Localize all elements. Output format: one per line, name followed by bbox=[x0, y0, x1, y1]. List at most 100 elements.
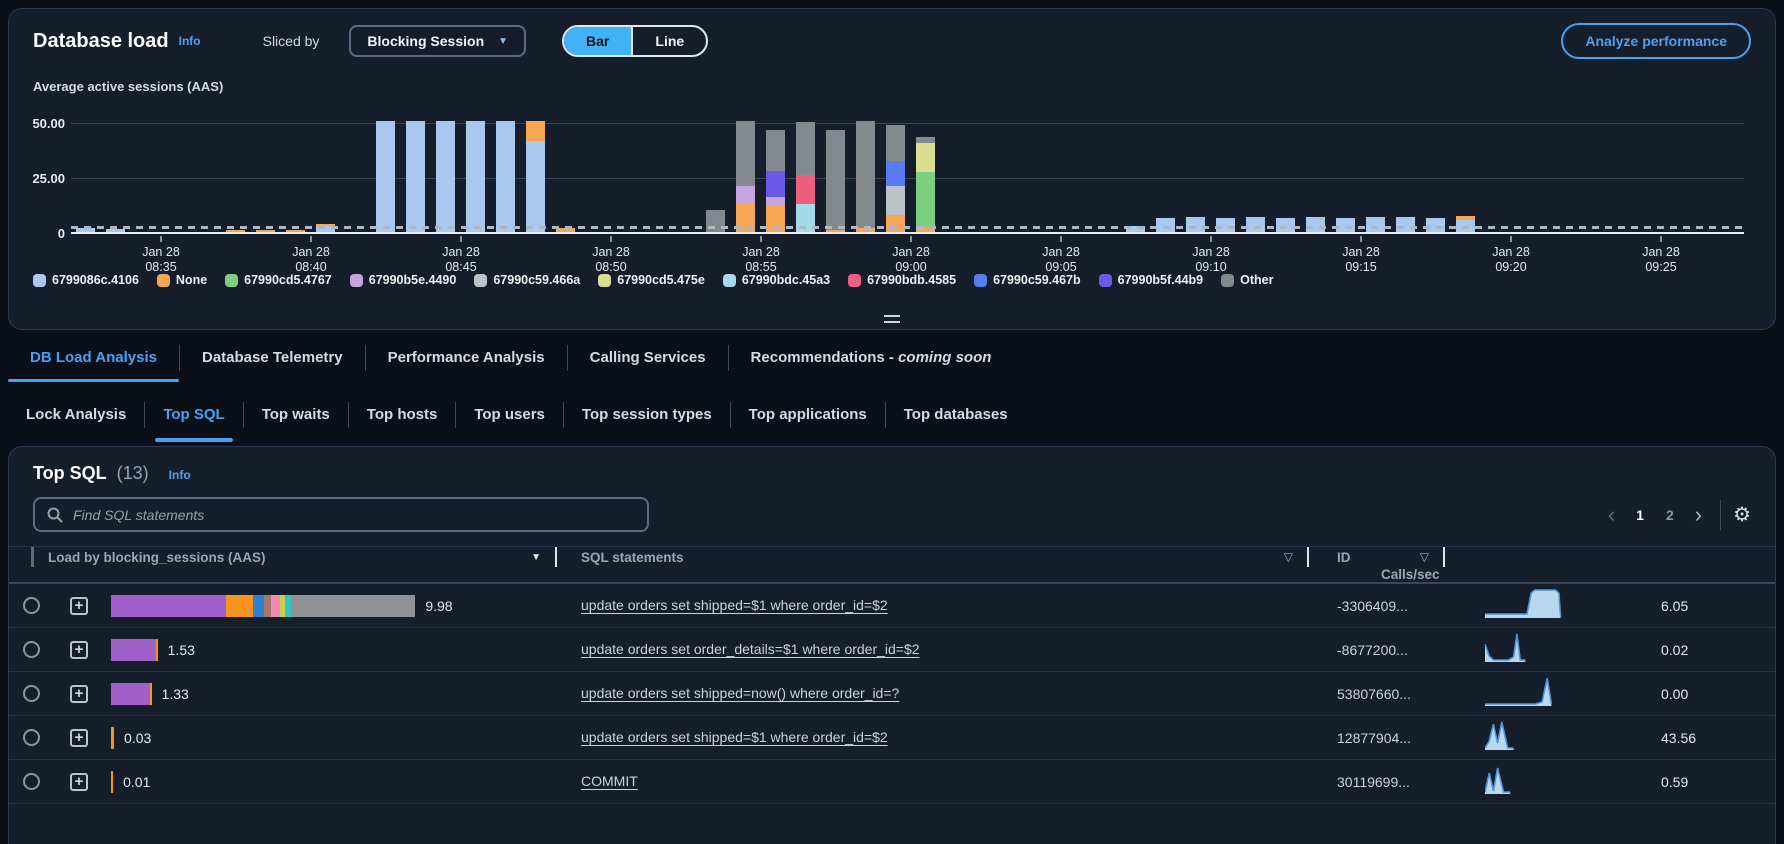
toggle-line-option[interactable]: Line bbox=[631, 27, 706, 55]
page-1-button[interactable]: 1 bbox=[1625, 507, 1655, 523]
top-sql-info-link[interactable]: Info bbox=[169, 468, 191, 482]
legend-item-67990cd5-4767[interactable]: 67990cd5.4767 bbox=[225, 273, 332, 287]
chart-bar[interactable] bbox=[106, 229, 125, 232]
legend-item-67990bdb-4585[interactable]: 67990bdb.4585 bbox=[848, 273, 956, 287]
row-radio-button[interactable] bbox=[23, 685, 40, 702]
column-header-id[interactable]: ID ▽ bbox=[1309, 547, 1445, 567]
x-tick: Jan 2808:40 bbox=[271, 236, 351, 275]
next-page-button[interactable]: › bbox=[1685, 500, 1712, 530]
legend-item-other[interactable]: Other bbox=[1221, 273, 1273, 287]
x-tick-date: Jan 28 bbox=[121, 245, 201, 260]
expand-row-icon[interactable] bbox=[70, 597, 88, 615]
table-settings-button[interactable]: ⚙ bbox=[1733, 502, 1751, 527]
legend-item-6799086c-4106[interactable]: 6799086c.4106 bbox=[33, 273, 139, 287]
tick-mark bbox=[910, 236, 912, 242]
tick-mark bbox=[1660, 236, 1662, 242]
chart-bar[interactable] bbox=[1306, 217, 1325, 232]
subtab-top-hosts[interactable]: Top hosts bbox=[349, 388, 456, 442]
row-radio-button[interactable] bbox=[23, 597, 40, 614]
chart-bar[interactable] bbox=[436, 121, 455, 232]
legend-item-67990b5f-44b9[interactable]: 67990b5f.44b9 bbox=[1099, 273, 1203, 287]
sql-cell: update orders set shipped=$1 where order… bbox=[557, 597, 1309, 615]
chart-bar[interactable] bbox=[796, 122, 815, 232]
db-load-info-link[interactable]: Info bbox=[179, 34, 201, 48]
chart-bar[interactable] bbox=[376, 121, 395, 232]
subtab-lock-analysis[interactable]: Lock Analysis bbox=[8, 388, 144, 442]
chart-bar[interactable] bbox=[286, 230, 305, 232]
chart-bar[interactable] bbox=[826, 130, 845, 232]
sort-desc-icon[interactable]: ▼ bbox=[531, 552, 541, 563]
column-header-sql[interactable]: SQL statements ▽ bbox=[557, 547, 1309, 567]
subtab-top-users[interactable]: Top users bbox=[456, 388, 563, 442]
column-header-calls[interactable]: Calls/sec bbox=[1309, 567, 1775, 582]
sql-statement-link[interactable]: update orders set shipped=$1 where order… bbox=[581, 729, 888, 745]
page-2-button[interactable]: 2 bbox=[1655, 507, 1685, 523]
subtab-top-session-types[interactable]: Top session types bbox=[564, 388, 730, 442]
chart-bar[interactable] bbox=[1456, 216, 1475, 232]
sort-icon-sql[interactable]: ▽ bbox=[1284, 550, 1293, 564]
sql-statement-link[interactable]: update orders set order_details=$1 where… bbox=[581, 641, 920, 657]
chart-bar[interactable] bbox=[526, 121, 545, 232]
slice-dropdown[interactable]: Blocking Session ▼ bbox=[349, 25, 526, 57]
chart-bar[interactable] bbox=[856, 121, 875, 232]
chart-bar[interactable] bbox=[406, 121, 425, 232]
subtab-top-databases[interactable]: Top databases bbox=[886, 388, 1026, 442]
tab-performance-analysis[interactable]: Performance Analysis bbox=[366, 334, 567, 382]
chart-bar[interactable] bbox=[1156, 218, 1175, 232]
chart-bar[interactable] bbox=[226, 230, 245, 232]
sparkline-cell bbox=[1445, 675, 1581, 712]
prev-page-button[interactable]: ‹ bbox=[1598, 500, 1625, 530]
expand-row-icon[interactable] bbox=[70, 685, 88, 703]
subtab-top-waits[interactable]: Top waits bbox=[244, 388, 348, 442]
tab-calling-services[interactable]: Calling Services bbox=[568, 334, 728, 382]
x-tick-date: Jan 28 bbox=[871, 245, 951, 260]
legend-item-67990c59-466a[interactable]: 67990c59.466a bbox=[474, 273, 580, 287]
expand-row-icon[interactable] bbox=[70, 729, 88, 747]
analyze-performance-button[interactable]: Analyze performance bbox=[1561, 23, 1751, 59]
x-tick-date: Jan 28 bbox=[571, 245, 651, 260]
subtab-top-applications[interactable]: Top applications bbox=[731, 388, 885, 442]
legend-item-67990bdc-45a3[interactable]: 67990bdc.45a3 bbox=[723, 273, 830, 287]
chart-bar[interactable] bbox=[736, 121, 755, 232]
tab-recommendations[interactable]: Recommendations - coming soon bbox=[729, 334, 1014, 382]
subtab-top-sql[interactable]: Top SQL bbox=[145, 388, 242, 442]
chart-bar[interactable] bbox=[916, 137, 935, 233]
chart-bar[interactable] bbox=[1366, 217, 1385, 232]
legend-swatch bbox=[225, 274, 238, 287]
column-divider[interactable] bbox=[1443, 547, 1445, 567]
chart-bar[interactable] bbox=[1276, 218, 1295, 232]
column-header-load[interactable]: Load by blocking_sessions (AAS) ▼ bbox=[9, 547, 557, 567]
tab-db-load-analysis[interactable]: DB Load Analysis bbox=[8, 334, 179, 382]
column-resize-handle[interactable] bbox=[31, 547, 34, 567]
search-input[interactable] bbox=[73, 507, 635, 523]
chart-bar[interactable] bbox=[1426, 218, 1445, 232]
chart-bar[interactable] bbox=[1336, 218, 1355, 232]
expand-row-icon[interactable] bbox=[70, 773, 88, 791]
sql-statement-link[interactable]: update orders set shipped=now() where or… bbox=[581, 685, 899, 701]
tick-mark bbox=[760, 236, 762, 242]
legend-item-none[interactable]: None bbox=[157, 273, 207, 287]
sql-statement-link[interactable]: update orders set shipped=$1 where order… bbox=[581, 597, 888, 613]
sort-icon-id[interactable]: ▽ bbox=[1420, 550, 1429, 564]
row-radio-button[interactable] bbox=[23, 729, 40, 746]
chart-bar[interactable] bbox=[1186, 217, 1205, 232]
tab-database-telemetry[interactable]: Database Telemetry bbox=[180, 334, 365, 382]
chart-bar[interactable] bbox=[466, 121, 485, 232]
legend-item-67990c59-467b[interactable]: 67990c59.467b bbox=[974, 273, 1081, 287]
row-radio-button[interactable] bbox=[23, 773, 40, 790]
toggle-bar-option[interactable]: Bar bbox=[564, 27, 631, 55]
chart-bar[interactable] bbox=[766, 130, 785, 232]
row-radio-button[interactable] bbox=[23, 641, 40, 658]
expand-row-icon[interactable] bbox=[70, 641, 88, 659]
chart-bar[interactable] bbox=[496, 121, 515, 232]
sql-statement-link[interactable]: COMMIT bbox=[581, 773, 638, 789]
bar-segment-s1 bbox=[496, 121, 515, 232]
chart-bar[interactable] bbox=[1216, 218, 1235, 232]
chart-bar[interactable] bbox=[1396, 217, 1415, 232]
legend-item-67990b5e-4490[interactable]: 67990b5e.4490 bbox=[350, 273, 457, 287]
resize-handle-icon[interactable] bbox=[884, 315, 900, 323]
chart-bar[interactable] bbox=[1246, 217, 1265, 232]
chart-bar[interactable] bbox=[256, 230, 275, 232]
chart-bar[interactable] bbox=[886, 125, 905, 232]
legend-item-67990cd5-475e[interactable]: 67990cd5.475e bbox=[598, 273, 705, 287]
